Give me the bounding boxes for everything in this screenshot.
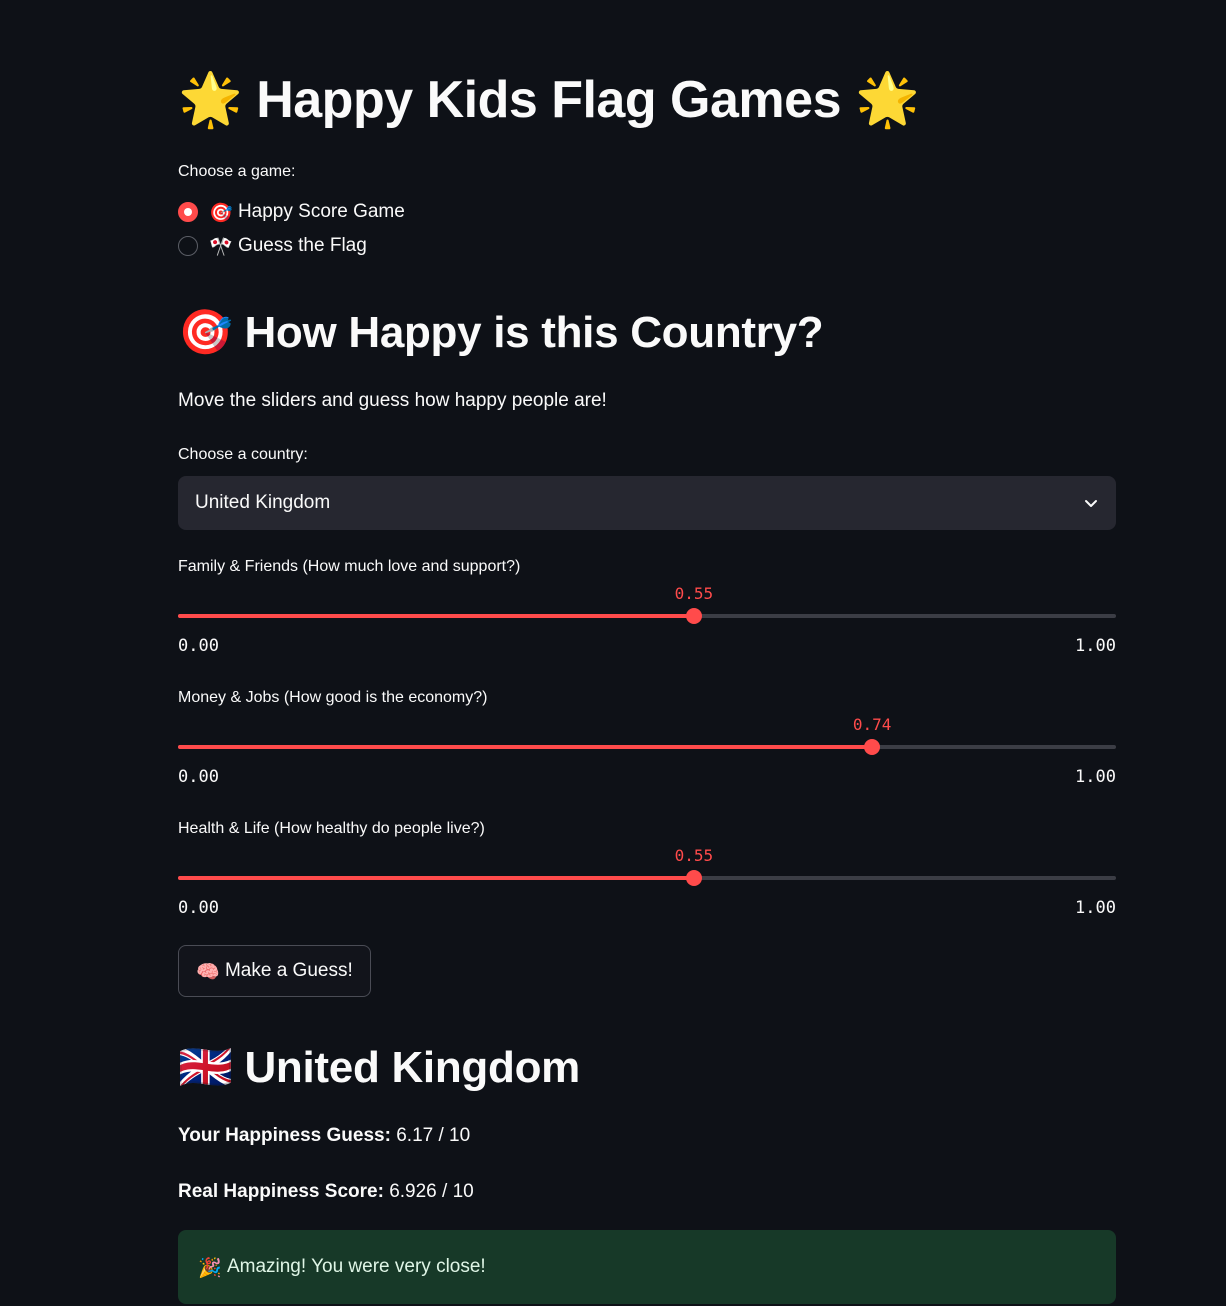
dart-target-icon: 🎯 xyxy=(178,307,233,358)
slider-health-label: Health & Life (How healthy do people liv… xyxy=(178,820,485,837)
make-guess-label: Make a Guess! xyxy=(224,960,353,981)
radio-selected-icon[interactable] xyxy=(178,202,198,222)
slider-value: 0.74 xyxy=(852,715,892,734)
slider-money-label: Money & Jobs (How good is the economy?) xyxy=(178,689,488,706)
slider-track[interactable] xyxy=(178,745,1116,749)
radio-unselected-icon[interactable] xyxy=(178,236,198,256)
slider-thumb[interactable] xyxy=(685,608,702,624)
slider-thumb[interactable] xyxy=(864,739,881,755)
country-select-value: United Kingdom xyxy=(195,492,331,513)
slider-value: 0.55 xyxy=(674,584,714,603)
slider-fill xyxy=(178,614,694,618)
slider-max: 1.00 xyxy=(1075,767,1116,787)
slider-thumb[interactable] xyxy=(685,870,702,886)
radio-label: Guess the Flag xyxy=(237,235,367,256)
result-country-title: 🇬🇧 United Kingdom xyxy=(178,1038,580,1098)
slider-min: 0.00 xyxy=(178,767,219,787)
section-title-text: How Happy is this Country? xyxy=(244,308,824,357)
country-select-label: Choose a country: xyxy=(178,446,308,463)
slider-min: 0.00 xyxy=(178,898,219,918)
make-guess-button[interactable]: 🧠 Make a Guess! xyxy=(178,945,371,997)
slider-min: 0.00 xyxy=(178,636,219,656)
slider-value: 0.55 xyxy=(674,846,714,865)
success-message: Amazing! You were very close! xyxy=(226,1256,486,1277)
page-title: 🌟 Happy Kids Flag Games 🌟 xyxy=(178,64,920,136)
guess-result-label: Your Happiness Guess: xyxy=(178,1125,391,1146)
slider-track[interactable] xyxy=(178,614,1116,618)
country-select[interactable]: United Kingdom xyxy=(178,476,1116,530)
real-score-line: Real Happiness Score: 6.926 / 10 xyxy=(178,1179,474,1205)
radio-happy-score-game[interactable]: 🎯 Happy Score Game xyxy=(178,199,405,225)
page-title-text: Happy Kids Flag Games xyxy=(256,71,841,129)
game-choice-label: Choose a game: xyxy=(178,163,296,180)
slider-fill xyxy=(178,745,873,749)
slider-max: 1.00 xyxy=(1075,636,1116,656)
slider-fill xyxy=(178,876,694,880)
result-country-name: United Kingdom xyxy=(244,1043,580,1092)
slider-money-jobs[interactable]: 0.74 0.00 1.00 xyxy=(178,711,1116,791)
chevron-down-icon[interactable] xyxy=(1083,495,1099,511)
dart-target-icon: 🎯 xyxy=(209,201,233,224)
success-alert: 🎉 Amazing! You were very close! xyxy=(178,1230,1116,1304)
star-icon: 🌟 xyxy=(854,70,920,130)
real-score-label: Real Happiness Score: xyxy=(178,1181,384,1202)
star-icon: 🌟 xyxy=(178,70,243,130)
slider-max: 1.00 xyxy=(1075,898,1116,918)
slider-health-life[interactable]: 0.55 0.00 1.00 xyxy=(178,842,1116,922)
radio-guess-the-flag[interactable]: 🎌 Guess the Flag xyxy=(178,233,367,259)
slider-track[interactable] xyxy=(178,876,1116,880)
uk-flag-icon: 🇬🇧 xyxy=(178,1042,233,1093)
brain-icon: 🧠 xyxy=(196,960,220,983)
slider-family-friends[interactable]: 0.55 0.00 1.00 xyxy=(178,580,1116,660)
real-score-value: 6.926 / 10 xyxy=(389,1181,474,1202)
crossed-flags-icon: 🎌 xyxy=(209,235,233,258)
radio-label: Happy Score Game xyxy=(237,201,405,222)
guess-result-value: 6.17 / 10 xyxy=(396,1125,471,1146)
guess-result-line: Your Happiness Guess: 6.17 / 10 xyxy=(178,1123,470,1149)
section-title: 🎯 How Happy is this Country? xyxy=(178,303,824,363)
slider-family-label: Family & Friends (How much love and supp… xyxy=(178,558,521,575)
section-subtitle: Move the sliders and guess how happy peo… xyxy=(178,390,607,411)
party-popper-icon: 🎉 xyxy=(198,1256,222,1279)
